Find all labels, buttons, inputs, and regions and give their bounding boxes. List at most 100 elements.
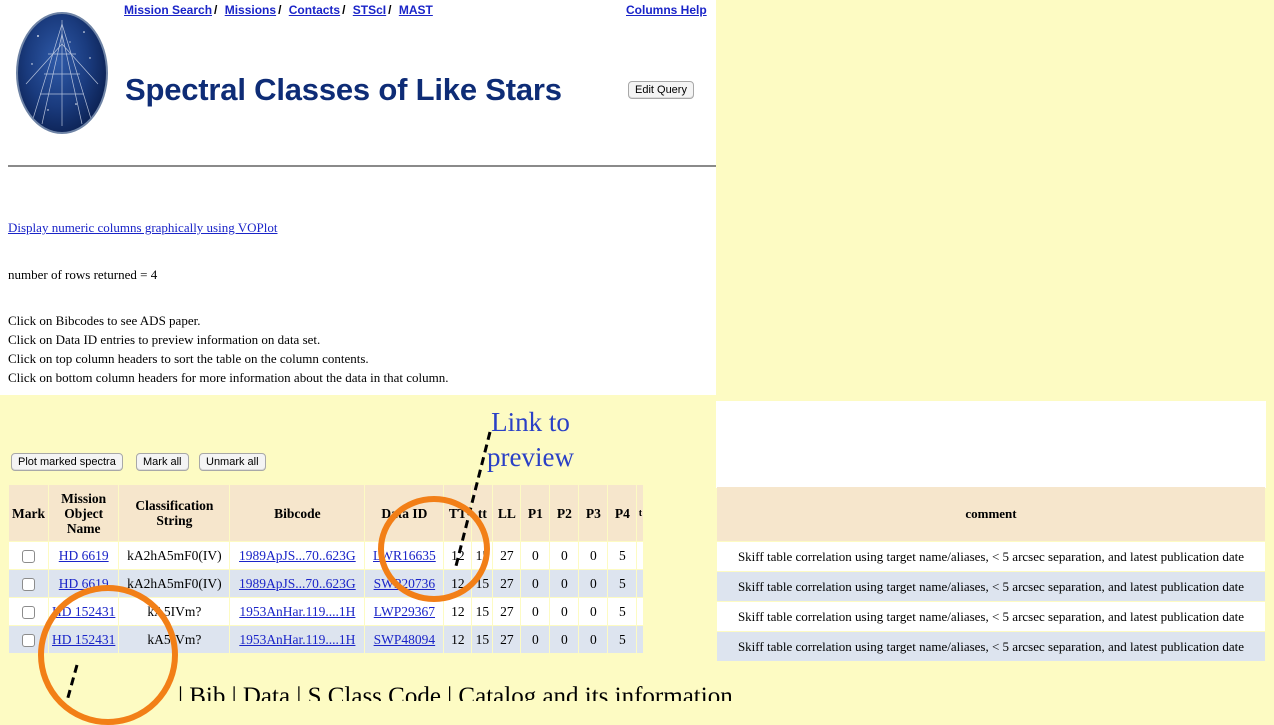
column-header-mark[interactable]: Mark	[9, 485, 48, 541]
p2-cell: 0	[550, 598, 579, 625]
ll-cell: 27	[493, 598, 521, 625]
bibcode-link[interactable]: 1953AnHar.119....1H	[239, 604, 355, 619]
column-header-p2[interactable]: P2	[550, 485, 579, 541]
mark-checkbox[interactable]	[22, 577, 35, 591]
p2-cell: 0	[550, 542, 579, 569]
column-header-object-name[interactable]: Mission Object Name	[49, 485, 119, 541]
truncated-cell	[637, 626, 644, 653]
truncated-cell	[637, 542, 644, 569]
p3-cell: 0	[579, 570, 608, 597]
callout-line: preview	[487, 442, 574, 472]
ll-cell: 27	[493, 542, 521, 569]
classification-cell: kA2hA5mF0(IV)	[119, 542, 230, 569]
comment-cell: Skiff table correlation using target nam…	[717, 542, 1265, 571]
bibcode-cell: 1953AnHar.119....1H	[230, 598, 365, 625]
bibcode-cell: 1989ApJS...70..623G	[230, 542, 365, 569]
p3-cell: 0	[579, 542, 608, 569]
column-header-classification[interactable]: Classification String	[119, 485, 230, 541]
object-name-link[interactable]: HD 6619	[59, 548, 109, 563]
p2-cell: 0	[550, 626, 579, 653]
voplot-link[interactable]: Display numeric columns graphically usin…	[8, 220, 277, 236]
bibcode-link[interactable]: 1953AnHar.119....1H	[239, 632, 355, 647]
nav-separator: /	[342, 3, 346, 17]
mark-checkbox[interactable]	[22, 605, 35, 619]
data-id-link[interactable]: SWP48094	[374, 632, 436, 647]
object-name-highlight-ellipse	[38, 585, 178, 725]
data-id-link[interactable]: LWP29367	[374, 604, 435, 619]
comment-cell: Skiff table correlation using target nam…	[717, 632, 1265, 661]
ll-cell: 27	[493, 626, 521, 653]
tt-upper-cell: 12	[444, 626, 472, 653]
bottom-caption-text: | Bib | Data | S Class Code | Catalog an…	[178, 683, 733, 701]
nav-separator: /	[214, 3, 218, 17]
table-row: Skiff table correlation using target nam…	[717, 632, 1265, 661]
comment-cell: Skiff table correlation using target nam…	[717, 572, 1265, 601]
ll-cell: 27	[493, 570, 521, 597]
nav-separator: /	[278, 3, 282, 17]
divider	[8, 165, 716, 167]
column-header-p4[interactable]: P4	[608, 485, 637, 541]
nav-mast-link[interactable]: MAST	[399, 3, 433, 17]
mark-checkbox[interactable]	[22, 549, 35, 563]
comment-table: comment Skiff table correlation using ta…	[716, 486, 1266, 662]
columns-help-link[interactable]: Columns Help	[626, 3, 707, 17]
table-header-row: comment	[717, 487, 1265, 541]
table-header-row: Mark Mission Object Name Classification …	[9, 485, 644, 541]
table-row: Skiff table correlation using target nam…	[717, 602, 1265, 631]
bibcode-cell: 1989ApJS...70..623G	[230, 570, 365, 597]
mark-cell	[9, 598, 48, 625]
table-row: HD 6619 kA2hA5mF0(IV) 1989ApJS...70..623…	[9, 542, 644, 569]
p4-cell: 5	[608, 570, 637, 597]
top-nav: Mission Search / Missions / Contacts / STSc…	[124, 3, 433, 17]
data-id-cell: SWP48094	[365, 626, 444, 653]
tt-lower-cell: 15	[472, 598, 493, 625]
tt-lower-cell: 15	[472, 626, 493, 653]
mark-cell	[9, 542, 48, 569]
bibcode-link[interactable]: 1989ApJS...70..623G	[239, 576, 356, 591]
p3-cell: 0	[579, 598, 608, 625]
instructions: Click on Bibcodes to see ADS paper. Clic…	[8, 311, 448, 387]
column-header-truncated[interactable]: t	[637, 485, 644, 541]
data-id-cell: LWP29367	[365, 598, 444, 625]
instruction-line: Click on top column headers to sort the …	[8, 351, 369, 366]
tt-upper-cell: 12	[444, 598, 472, 625]
p3-cell: 0	[579, 626, 608, 653]
p1-cell: 0	[521, 542, 550, 569]
instruction-line: Click on Data ID entries to preview info…	[8, 332, 321, 347]
nav-separator: /	[388, 3, 392, 17]
column-header-p1[interactable]: P1	[521, 485, 550, 541]
nav-mission-search-link[interactable]: Mission Search	[124, 3, 212, 17]
column-header-bibcode[interactable]: Bibcode	[230, 485, 365, 541]
mast-logo-icon	[16, 12, 108, 134]
bibcode-cell: 1953AnHar.119....1H	[230, 626, 365, 653]
instruction-line: Click on bottom column headers for more …	[8, 370, 449, 385]
mark-all-button[interactable]: Mark all	[136, 453, 189, 471]
column-header-comment[interactable]: comment	[717, 487, 1265, 541]
instruction-line: Click on Bibcodes to see ADS paper.	[8, 313, 201, 328]
truncated-cell	[637, 570, 644, 597]
table-row: Skiff table correlation using target nam…	[717, 542, 1265, 571]
p2-cell: 0	[550, 570, 579, 597]
column-header-ll[interactable]: LL	[493, 485, 521, 541]
nav-missions-link[interactable]: Missions	[225, 3, 276, 17]
p4-cell: 5	[608, 542, 637, 569]
p4-cell: 5	[608, 626, 637, 653]
mark-cell	[9, 570, 48, 597]
nav-contacts-link[interactable]: Contacts	[289, 3, 340, 17]
callout-label: Link to preview	[487, 405, 574, 475]
mark-checkbox[interactable]	[22, 633, 35, 647]
column-header-p3[interactable]: P3	[579, 485, 608, 541]
unmark-all-button[interactable]: Unmark all	[199, 453, 266, 471]
page-title: Spectral Classes of Like Stars	[125, 72, 562, 107]
bottom-caption: | Bib | Data | S Class Code | Catalog an…	[0, 680, 1274, 701]
callout-line: Link to	[491, 407, 570, 437]
bibcode-link[interactable]: 1989ApJS...70..623G	[239, 548, 356, 563]
edit-query-button[interactable]: Edit Query	[628, 81, 694, 99]
plot-marked-spectra-button[interactable]: Plot marked spectra	[11, 453, 123, 471]
p4-cell: 5	[608, 598, 637, 625]
comment-cell: Skiff table correlation using target nam…	[717, 602, 1265, 631]
p1-cell: 0	[521, 598, 550, 625]
nav-stsci-link[interactable]: STScI	[353, 3, 386, 17]
table-row: Skiff table correlation using target nam…	[717, 572, 1265, 601]
data-id-highlight-ellipse	[378, 496, 490, 602]
